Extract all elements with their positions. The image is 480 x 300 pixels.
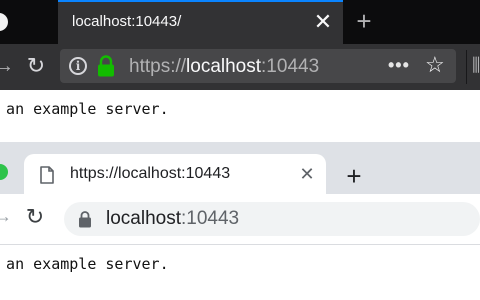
bottom-tab-title: https://localhost:10443: [70, 165, 231, 182]
bottom-omnibox[interactable]: localhost:10443: [64, 202, 480, 236]
top-url-bar[interactable]: i https://localhost:10443 ••• ☆: [60, 49, 456, 83]
bottom-page-text: s an example server.: [0, 255, 169, 273]
document-icon: [40, 166, 54, 184]
bottom-nav-toolbar: → ↻ localhost:10443: [0, 194, 480, 245]
top-tab-title: localhost:10443/: [72, 13, 182, 30]
url-scheme: https://: [129, 56, 187, 77]
bookmark-star-icon[interactable]: ☆: [425, 53, 449, 77]
top-browser-window: localhost:10443/ ✕ + → ↻ i https://local…: [0, 0, 480, 142]
top-url-text[interactable]: https://localhost:10443: [129, 56, 319, 78]
toolbar-divider: [466, 50, 467, 84]
new-tab-icon[interactable]: +: [342, 162, 366, 190]
close-tab-icon[interactable]: ✕: [296, 162, 318, 186]
bottom-tab-strip: https://localhost:10443 ✕ +: [0, 142, 480, 196]
url-port: :10443: [181, 208, 240, 229]
url-host: localhost: [186, 56, 262, 77]
page-actions-icon[interactable]: •••: [388, 55, 410, 75]
top-page-content: s an example server.: [0, 90, 480, 142]
bottom-page-content: s an example server.: [0, 245, 480, 300]
top-active-tab[interactable]: localhost:10443/ ✕: [58, 0, 343, 44]
forward-arrow-icon[interactable]: →: [0, 206, 12, 227]
new-tab-icon[interactable]: +: [350, 6, 378, 36]
bottom-url-text[interactable]: localhost:10443: [106, 208, 239, 230]
bottom-active-tab[interactable]: https://localhost:10443 ✕: [24, 154, 326, 196]
bottom-browser-window: https://localhost:10443 ✕ + → ↻ localhos…: [0, 142, 480, 300]
url-port: :10443: [261, 56, 320, 77]
lock-icon[interactable]: [97, 55, 115, 77]
info-icon[interactable]: i: [69, 57, 87, 75]
window-control-icon[interactable]: [0, 13, 8, 31]
top-tab-strip: localhost:10443/ ✕ +: [0, 0, 480, 44]
top-nav-toolbar: → ↻ i https://localhost:10443 ••• ☆: [0, 44, 480, 90]
library-icon[interactable]: ⫼: [472, 55, 480, 76]
maximize-window-icon[interactable]: [0, 164, 8, 180]
url-host: localhost: [106, 208, 181, 229]
lock-icon[interactable]: [78, 210, 92, 228]
top-page-text: s an example server.: [0, 100, 169, 118]
reload-icon[interactable]: ↻: [22, 204, 48, 230]
reload-icon[interactable]: ↻: [24, 54, 48, 78]
close-tab-icon[interactable]: ✕: [310, 8, 336, 36]
forward-arrow-icon[interactable]: →: [0, 54, 16, 78]
